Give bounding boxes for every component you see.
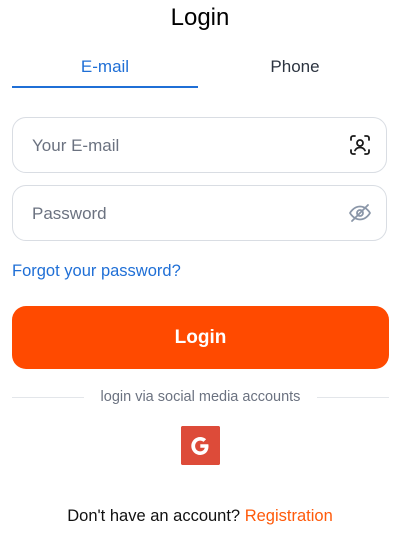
tab-phone[interactable]: Phone — [202, 52, 388, 88]
login-button[interactable]: Login — [12, 306, 389, 369]
forgot-password-link[interactable]: Forgot your password? — [12, 262, 181, 281]
google-login-button[interactable] — [181, 426, 220, 465]
face-scan-icon[interactable] — [348, 133, 372, 157]
no-account-text: Don't have an account? — [67, 507, 241, 525]
divider-line-right — [317, 397, 389, 398]
page-title: Login — [170, 4, 230, 31]
email-input[interactable] — [30, 118, 334, 174]
login-method-tabs: E-mail Phone — [12, 52, 388, 88]
eye-off-icon[interactable] — [348, 201, 372, 225]
registration-prompt: Don't have an account? Registration — [0, 505, 400, 527]
password-field[interactable] — [12, 185, 387, 242]
social-divider: login via social media accounts — [12, 387, 389, 407]
registration-link[interactable]: Registration — [245, 507, 333, 525]
tab-email[interactable]: E-mail — [12, 52, 198, 88]
password-input[interactable] — [30, 186, 334, 242]
email-field[interactable] — [12, 117, 387, 174]
